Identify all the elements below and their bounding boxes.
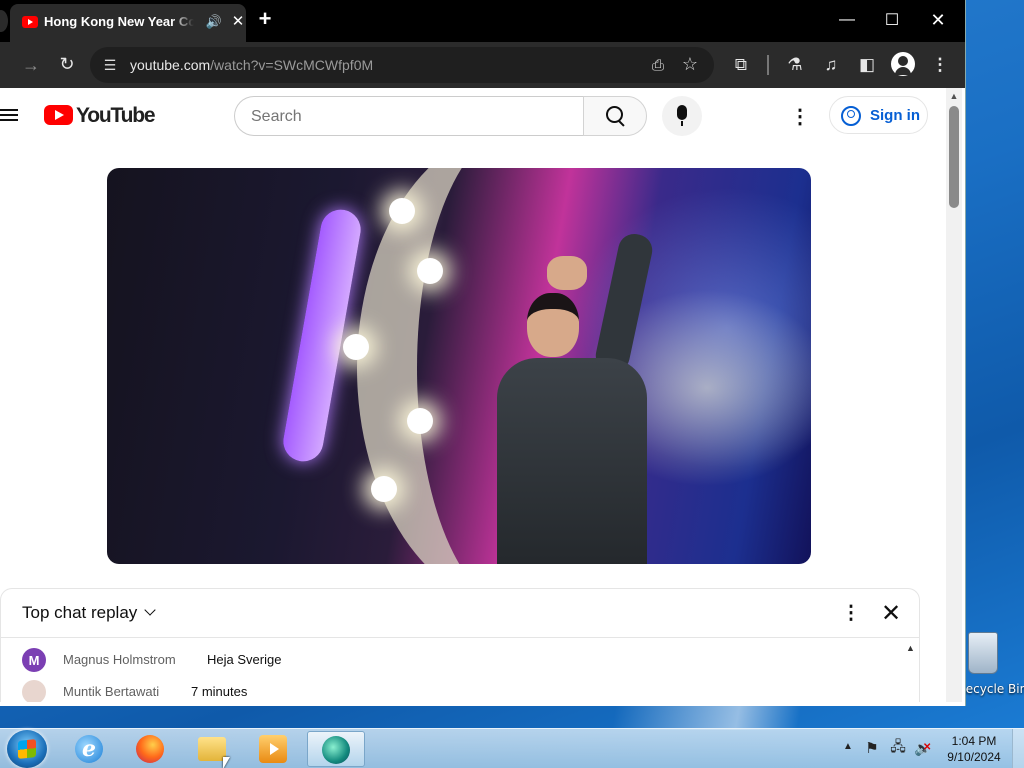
recycle-bin-icon xyxy=(968,632,998,674)
speaker-icon[interactable]: 🔊 xyxy=(206,14,222,30)
tab-close-icon[interactable]: ✕ xyxy=(230,13,246,30)
chat-message[interactable]: M Magnus Holmstrom Heja Sverige xyxy=(22,648,902,676)
labs-flask-icon[interactable]: ⚗ xyxy=(783,53,807,77)
network-icon[interactable]: 🖧 xyxy=(889,738,907,757)
taskbar: e ▲ ⚑ 🖧 🔈 ✕ 1:04 PM 9/10/2024 xyxy=(0,728,1024,768)
chat-text: 7 minutes xyxy=(191,684,248,699)
maximize-icon[interactable]: ☐ xyxy=(877,8,907,32)
side-panel-icon[interactable]: ◧ xyxy=(855,53,879,77)
sign-in-button[interactable]: Sign in xyxy=(829,96,928,134)
video-performer xyxy=(497,230,657,564)
clock-time: 1:04 PM xyxy=(951,734,997,748)
media-player-icon[interactable] xyxy=(245,731,303,767)
performer-body xyxy=(497,358,647,564)
guide-menu-icon[interactable] xyxy=(0,106,20,124)
new-tab-icon[interactable]: + xyxy=(255,6,275,31)
chevron-down-icon xyxy=(144,604,156,616)
recycle-bin-shortcut[interactable]: Recycle Bin xyxy=(958,628,1024,698)
forward-icon[interactable]: → xyxy=(20,54,42,76)
youtube-logo[interactable]: YouTube xyxy=(44,104,164,128)
media-control-icon[interactable]: ♫ xyxy=(819,53,843,77)
mouse-cursor xyxy=(223,757,230,768)
install-app-icon[interactable]: ⎙ xyxy=(648,55,668,75)
chat-mode-dropdown[interactable]: Top chat replay xyxy=(22,603,156,625)
chat-scroll-up-icon[interactable]: ▲ xyxy=(906,643,915,653)
recycle-bin-label: Recycle Bin xyxy=(958,682,1024,696)
chat-author: Magnus Holmstrom xyxy=(63,652,176,667)
youtube-logo-text: YouTube xyxy=(76,104,156,127)
system-clock[interactable]: 1:04 PM 9/10/2024 xyxy=(942,733,1006,765)
url-path: /watch?v=SWcMCWfpf0M xyxy=(210,57,374,73)
show-desktop-button[interactable] xyxy=(1012,729,1024,768)
minimize-icon[interactable]: — xyxy=(832,8,862,32)
internet-explorer-icon[interactable]: e xyxy=(61,731,119,767)
youtube-play-icon xyxy=(44,105,73,125)
performer-head xyxy=(527,293,579,357)
action-center-flag-icon[interactable]: ⚑ xyxy=(864,739,880,757)
microphone-icon xyxy=(677,105,687,126)
performer-fist xyxy=(547,256,587,290)
stage-light xyxy=(389,198,415,224)
chat-avatar: M xyxy=(22,648,46,672)
chat-author: Muntik Bertawati xyxy=(63,684,160,699)
chat-header: Top chat replay ⋮ ✕ xyxy=(1,589,919,638)
reload-icon[interactable]: ↻ xyxy=(56,53,78,75)
site-info-icon[interactable]: ☰ xyxy=(100,55,120,75)
stage-light xyxy=(371,476,397,502)
active-app-icon[interactable] xyxy=(307,731,365,767)
tray-expand-icon[interactable]: ▲ xyxy=(843,741,853,752)
firefox-icon[interactable] xyxy=(122,731,180,767)
windows-explorer-icon[interactable] xyxy=(184,731,242,767)
bookmark-star-icon[interactable]: ☆ xyxy=(680,54,700,74)
sign-in-label: Sign in xyxy=(870,107,920,124)
browser-toolbar: → ↻ ☰ youtube.com/watch?v=SWcMCWfpf0M ⎙ … xyxy=(0,42,965,88)
search-button[interactable] xyxy=(583,96,647,136)
tab-title: Hong Kong New Year Countdown xyxy=(44,14,194,29)
video-player[interactable] xyxy=(107,168,811,564)
scroll-thumb[interactable] xyxy=(949,106,959,208)
extensions-icon[interactable]: ⧉ xyxy=(729,53,753,77)
browser-window: Hong Kong New Year Countdown 🔊 ✕ + — ☐ ✕… xyxy=(0,0,966,706)
chat-avatar xyxy=(22,680,46,702)
account-circle-icon xyxy=(841,106,861,126)
search-box xyxy=(234,96,584,136)
url-text[interactable]: youtube.com/watch?v=SWcMCWfpf0M xyxy=(130,57,373,73)
browser-menu-icon[interactable]: ⋮ xyxy=(928,53,952,77)
start-button[interactable] xyxy=(7,730,47,768)
live-chat-panel: Top chat replay ⋮ ✕ ▲ M Magnus Holmstrom… xyxy=(0,588,920,702)
youtube-favicon-icon xyxy=(22,16,38,28)
url-domain: youtube.com xyxy=(130,57,211,73)
previous-tab-edge[interactable] xyxy=(0,10,8,32)
stage-light xyxy=(407,408,433,434)
search-icon xyxy=(606,106,626,126)
page-viewport: YouTube ⋮ Sign in xyxy=(0,88,946,702)
clock-date: 9/10/2024 xyxy=(947,750,1001,764)
chat-close-icon[interactable]: ✕ xyxy=(879,600,903,627)
stage-light xyxy=(417,258,443,284)
title-bar: Hong Kong New Year Countdown 🔊 ✕ + — ☐ ✕ xyxy=(0,0,965,42)
more-options-icon[interactable]: ⋮ xyxy=(790,104,810,128)
chat-more-icon[interactable]: ⋮ xyxy=(841,601,861,625)
active-tab[interactable]: Hong Kong New Year Countdown 🔊 ✕ xyxy=(10,4,246,42)
window-close-icon[interactable]: ✕ xyxy=(923,8,953,32)
chat-mode-label: Top chat replay xyxy=(22,603,138,622)
page-scrollbar[interactable]: ▲ xyxy=(946,88,962,702)
address-bar[interactable]: ☰ youtube.com/watch?v=SWcMCWfpf0M ⎙ ☆ xyxy=(90,47,714,83)
search-input[interactable] xyxy=(251,106,571,128)
profile-icon[interactable] xyxy=(891,52,915,76)
voice-search-button[interactable] xyxy=(662,96,702,136)
toolbar-divider xyxy=(767,55,769,75)
chat-message[interactable]: Muntik Bertawati 7 minutes xyxy=(22,680,902,702)
scroll-up-icon[interactable]: ▲ xyxy=(946,90,962,102)
stage-light xyxy=(343,334,369,360)
chat-text: Heja Sverige xyxy=(207,652,282,667)
volume-muted-icon[interactable]: 🔈 ✕ xyxy=(913,739,933,757)
